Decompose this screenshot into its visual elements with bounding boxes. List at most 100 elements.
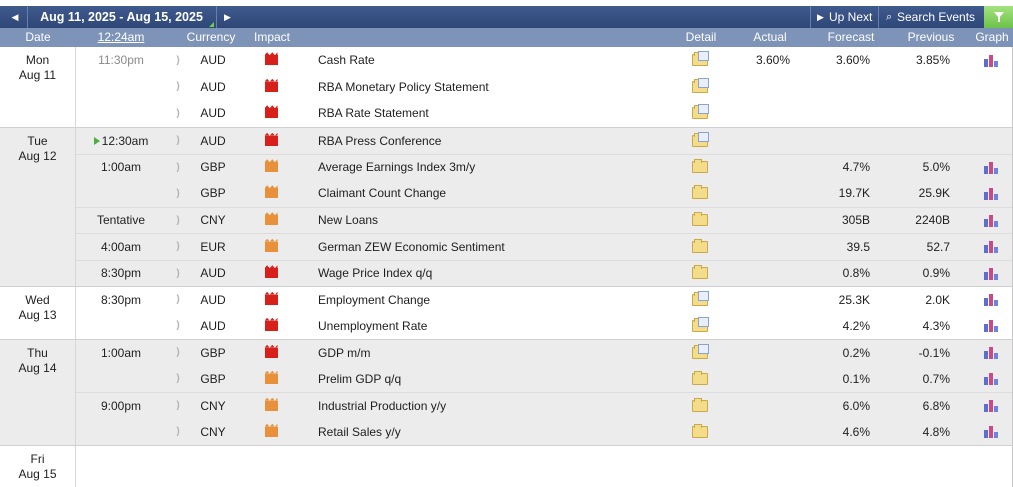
sound-alert-icon[interactable]: ) xyxy=(166,340,190,366)
event-name[interactable]: RBA Monetary Policy Statement xyxy=(318,74,678,101)
sound-alert-icon[interactable]: ) xyxy=(166,100,190,127)
event-actual xyxy=(734,340,790,366)
event-row[interactable]: 8:30pm) AUD Employment Change 25.3K 2.0K xyxy=(76,286,1013,313)
event-name[interactable]: Cash Rate xyxy=(318,47,678,74)
detail-button[interactable] xyxy=(684,100,716,127)
graph-button[interactable] xyxy=(976,313,1006,340)
graph-button[interactable] xyxy=(976,47,1006,74)
graph-button[interactable] xyxy=(976,419,1006,446)
impact-cell xyxy=(236,419,306,446)
graph-button[interactable] xyxy=(976,340,1006,366)
detail-button[interactable] xyxy=(684,180,716,207)
event-name[interactable]: Average Earnings Index 3m/y xyxy=(318,155,678,181)
calendar-toolbar: ◀ Aug 11, 2025 - Aug 15, 2025 ▶ ▶ Up Nex… xyxy=(0,6,1013,28)
event-name[interactable]: Unemployment Rate xyxy=(318,313,678,340)
bar-chart-icon xyxy=(984,425,998,439)
detail-button[interactable] xyxy=(684,74,716,101)
event-row[interactable]: 4:00am) EUR German ZEW Economic Sentiment 3… xyxy=(76,233,1013,260)
impact-cell xyxy=(236,287,306,313)
event-currency: GBP xyxy=(200,186,226,201)
event-name[interactable]: RBA Press Conference xyxy=(318,128,678,154)
event-row[interactable]: 1:00am) GBP GDP m/m 0.2% -0.1% xyxy=(76,339,1013,366)
event-row[interactable]: ) GBP Claimant Count Change 19.7K 25.9K xyxy=(76,180,1013,207)
filter-button[interactable] xyxy=(984,6,1013,28)
sound-alert-icon[interactable]: ) xyxy=(166,155,190,181)
event-name[interactable]: Prelim GDP q/q xyxy=(318,366,678,393)
detail-button[interactable] xyxy=(684,234,716,260)
event-previous: 52.7 xyxy=(926,239,950,254)
detail-button[interactable] xyxy=(684,340,716,366)
up-next-button[interactable]: ▶ Up Next xyxy=(810,6,878,28)
sound-alert-icon[interactable]: ) xyxy=(166,313,190,340)
sound-alert-icon[interactable]: ) xyxy=(166,287,190,313)
event-row[interactable]: Tentative) CNY New Loans 305B 2240B xyxy=(76,206,1013,234)
graph-button[interactable] xyxy=(976,393,1006,419)
impact-cell xyxy=(236,208,306,234)
detail-folder-icon xyxy=(692,238,708,253)
detail-button[interactable] xyxy=(684,47,716,74)
sound-alert-icon[interactable]: ) xyxy=(166,261,190,287)
previous-week-button[interactable]: ◀ xyxy=(4,6,26,28)
event-row[interactable]: ) AUD RBA Monetary Policy Statement xyxy=(76,74,1013,101)
event-forecast xyxy=(812,128,870,154)
sound-alert-icon[interactable]: ) xyxy=(166,208,190,234)
sound-alert-icon[interactable]: ) xyxy=(166,180,190,207)
detail-button[interactable] xyxy=(684,393,716,419)
impact-cell xyxy=(236,128,306,154)
detail-button[interactable] xyxy=(684,128,716,154)
event-actual xyxy=(734,366,790,393)
event-row[interactable]: 12:30am) AUD RBA Press Conference xyxy=(76,127,1013,154)
sound-alert-icon[interactable]: ) xyxy=(166,393,190,419)
event-name[interactable]: RBA Rate Statement xyxy=(318,100,678,127)
event-currency: AUD xyxy=(200,79,226,94)
event-name[interactable]: German ZEW Economic Sentiment xyxy=(318,234,678,260)
event-row[interactable]: ) CNY Retail Sales y/y 4.6% 4.8% xyxy=(76,418,1013,446)
event-row[interactable]: 11:30pm) AUD Cash Rate 3.60% 3.60% 3.85% xyxy=(76,47,1013,74)
graph-button[interactable] xyxy=(976,155,1006,181)
event-name[interactable]: Retail Sales y/y xyxy=(318,419,678,446)
detail-button[interactable] xyxy=(684,419,716,446)
graph-button[interactable] xyxy=(976,234,1006,260)
graph-button[interactable] xyxy=(976,180,1006,207)
detail-button[interactable] xyxy=(684,366,716,393)
event-row[interactable]: 9:00pm) CNY Industrial Production y/y 6.0% 6… xyxy=(76,392,1013,419)
next-week-button[interactable]: ▶ xyxy=(216,6,238,28)
graph-button[interactable] xyxy=(976,261,1006,287)
graph-button[interactable] xyxy=(976,366,1006,393)
bar-chart-icon xyxy=(984,161,998,174)
detail-button[interactable] xyxy=(684,155,716,181)
event-name[interactable]: New Loans xyxy=(318,208,678,234)
event-row[interactable]: ) AUD Unemployment Rate 4.2% 4.3% xyxy=(76,313,1013,340)
date-range-picker[interactable]: Aug 11, 2025 - Aug 15, 2025 xyxy=(27,6,215,28)
event-currency: CNY xyxy=(200,213,226,228)
event-row[interactable]: ) AUD RBA Rate Statement xyxy=(76,100,1013,127)
event-actual xyxy=(734,419,790,446)
search-events-button[interactable]: ⌕ Search Events xyxy=(878,6,984,28)
event-row[interactable]: 1:00am) GBP Average Earnings Index 3m/y 4.7… xyxy=(76,153,1013,181)
sound-alert-icon[interactable]: ) xyxy=(166,128,190,154)
detail-button[interactable] xyxy=(684,287,716,313)
event-row[interactable]: 8:30pm) AUD Wage Price Index q/q 0.8% 0.9% xyxy=(76,259,1013,287)
sound-alert-icon[interactable]: ) xyxy=(166,419,190,446)
event-name[interactable]: GDP m/m xyxy=(318,340,678,366)
detail-button[interactable] xyxy=(684,313,716,340)
sound-alert-icon[interactable]: ) xyxy=(166,234,190,260)
detail-button[interactable] xyxy=(684,208,716,234)
sound-alert-icon[interactable]: ) xyxy=(166,74,190,101)
graph-button[interactable] xyxy=(976,208,1006,234)
event-currency: EUR xyxy=(200,239,226,254)
sound-alert-icon[interactable]: ) xyxy=(166,366,190,393)
event-name[interactable]: Employment Change xyxy=(318,287,678,313)
event-previous xyxy=(892,74,950,101)
event-name[interactable]: Wage Price Index q/q xyxy=(318,261,678,287)
event-forecast: 305B xyxy=(841,213,870,228)
event-name[interactable]: Claimant Count Change xyxy=(318,180,678,207)
event-name[interactable]: Industrial Production y/y xyxy=(318,393,678,419)
sound-alert-icon[interactable]: ) xyxy=(166,47,190,74)
column-time-current[interactable]: 12:24am xyxy=(76,28,166,47)
event-time: 9:00pm xyxy=(76,393,166,419)
detail-button[interactable] xyxy=(684,261,716,287)
event-time-text: 12:30am xyxy=(101,133,149,148)
event-row[interactable]: ) GBP Prelim GDP q/q 0.1% 0.7% xyxy=(76,365,1013,393)
graph-button[interactable] xyxy=(976,287,1006,313)
